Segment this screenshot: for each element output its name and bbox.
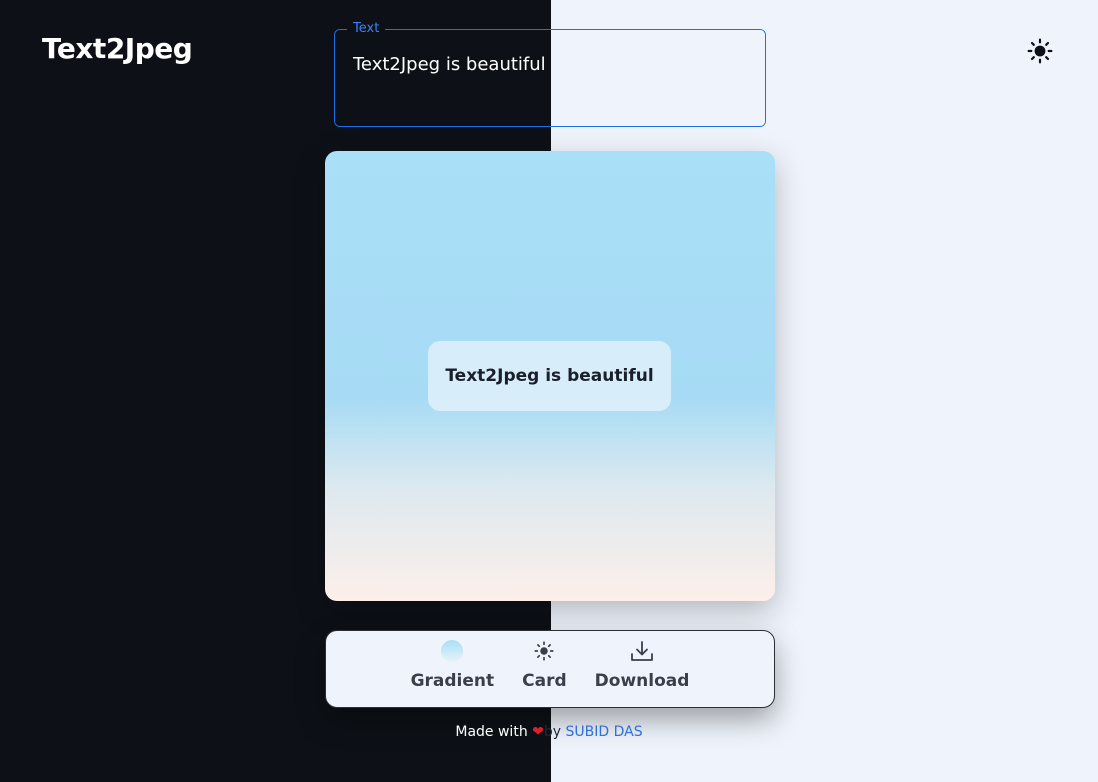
download-label: Download (594, 671, 690, 691)
download-icon (631, 641, 653, 661)
brand-title: Text2Jpeg (42, 32, 193, 65)
theme-toggle-button[interactable] (1024, 35, 1056, 67)
footer: Made with ❤by SUBID DAS (0, 724, 1098, 740)
author-link[interactable]: SUBID DAS (566, 724, 643, 740)
heart-icon: ❤ (532, 724, 544, 740)
card-label: Card (522, 671, 567, 691)
text-field-label: Text (347, 21, 386, 37)
footer-made-with: Made with (455, 724, 528, 740)
text-input[interactable] (353, 50, 753, 78)
download-button[interactable]: Download (594, 639, 690, 691)
footer-by: by (543, 724, 562, 740)
gradient-dot-icon (441, 640, 464, 662)
sun-icon (534, 641, 554, 661)
text-field-background (335, 30, 765, 126)
preview-text: Text2Jpeg is beautiful (445, 366, 654, 386)
image-preview: Text2Jpeg is beautiful (325, 151, 775, 601)
gradient-label: Gradient (410, 671, 495, 691)
card-button[interactable]: Card (522, 639, 567, 691)
sun-icon (1027, 38, 1053, 64)
gradient-button[interactable]: Gradient (410, 639, 495, 691)
toolbar: Gradient Card Download (325, 630, 775, 708)
text-field: Text (334, 21, 766, 127)
preview-text-card: Text2Jpeg is beautiful (428, 341, 671, 411)
